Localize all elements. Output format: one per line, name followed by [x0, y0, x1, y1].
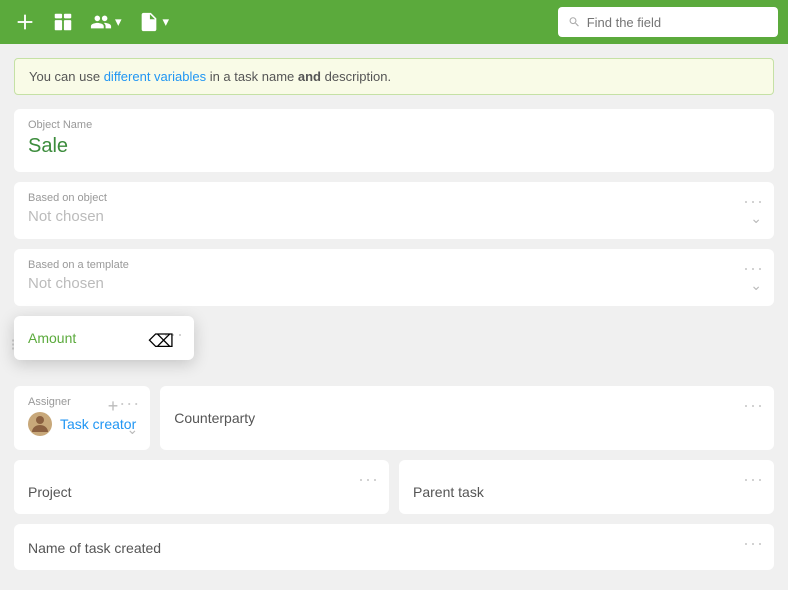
search-input[interactable] — [587, 15, 768, 30]
parent-task-dots[interactable]: ··· — [743, 470, 764, 488]
name-of-task-label: Name of task created — [28, 540, 760, 556]
document-dropdown[interactable]: ▾ — [134, 7, 174, 37]
banner-conjunction: and — [298, 69, 321, 84]
parent-task-label: Parent task — [413, 484, 760, 500]
based-on-object-label: Based on object — [28, 192, 760, 204]
based-on-template-value[interactable]: Not chosen — [28, 275, 760, 292]
parent-task-card: ··· Parent task — [399, 460, 774, 514]
info-banner: You can use different variables in a tas… — [14, 58, 774, 95]
main-content: You can use different variables in a tas… — [0, 44, 788, 590]
counterparty-dots[interactable]: ··· — [743, 396, 764, 414]
based-on-template-chevron[interactable]: ⌄ — [750, 277, 762, 294]
amount-section: ⠿ ··· Amount ⌫ — [14, 316, 774, 376]
based-on-template-card: ··· Based on a template Not chosen ⌄ — [14, 249, 774, 306]
amount-label: Amount — [28, 330, 180, 346]
users-dropdown[interactable]: ▾ — [86, 7, 126, 37]
assigner-chevron[interactable]: ⌄ — [127, 421, 139, 438]
assigner-value[interactable]: Task creator — [60, 416, 136, 432]
based-on-object-value[interactable]: Not chosen — [28, 208, 760, 225]
assigner-counterparty-row: ··· + Assigner Task creator ⌄ ··· Counte… — [14, 386, 774, 450]
search-box[interactable] — [558, 7, 778, 37]
assigner-plus-icon[interactable]: + — [108, 396, 119, 417]
project-label: Project — [28, 484, 375, 500]
name-of-task-dots[interactable]: ··· — [743, 534, 764, 552]
toolbar: ▾ ▾ — [0, 0, 788, 44]
based-on-object-card: ··· Based on object Not chosen ⌄ — [14, 182, 774, 239]
counterparty-card: ··· Counterparty — [160, 386, 774, 450]
project-parenttask-row: ··· Project ··· Parent task — [14, 460, 774, 514]
object-name-card: Object Name Sale — [14, 109, 774, 172]
banner-middle: in a task name — [210, 69, 295, 84]
based-on-template-label: Based on a template — [28, 259, 760, 271]
object-name-label: Object Name — [28, 119, 760, 131]
banner-link-variables[interactable]: different variables — [104, 69, 206, 84]
layout-icon[interactable] — [48, 7, 78, 37]
banner-suffix: description. — [325, 69, 391, 84]
assigner-dots[interactable]: ··· — [119, 394, 140, 412]
counterparty-label: Counterparty — [174, 410, 760, 426]
project-card: ··· Project — [14, 460, 389, 514]
based-on-template-dots[interactable]: ··· — [743, 259, 764, 277]
assigner-card: ··· + Assigner Task creator ⌄ — [14, 386, 150, 450]
avatar — [28, 412, 52, 436]
add-icon[interactable] — [10, 7, 40, 37]
project-dots[interactable]: ··· — [358, 470, 379, 488]
amount-dots[interactable]: ··· — [163, 324, 184, 345]
based-on-object-dots[interactable]: ··· — [743, 192, 764, 210]
amount-card: ··· Amount ⌫ — [14, 316, 194, 360]
object-name-value[interactable]: Sale — [28, 135, 760, 158]
banner-prefix: You can use — [29, 69, 104, 84]
assigner-inner: Task creator — [28, 412, 136, 436]
based-on-object-chevron[interactable]: ⌄ — [750, 210, 762, 227]
name-of-task-card: ··· Name of task created — [14, 524, 774, 570]
search-icon — [568, 15, 581, 29]
